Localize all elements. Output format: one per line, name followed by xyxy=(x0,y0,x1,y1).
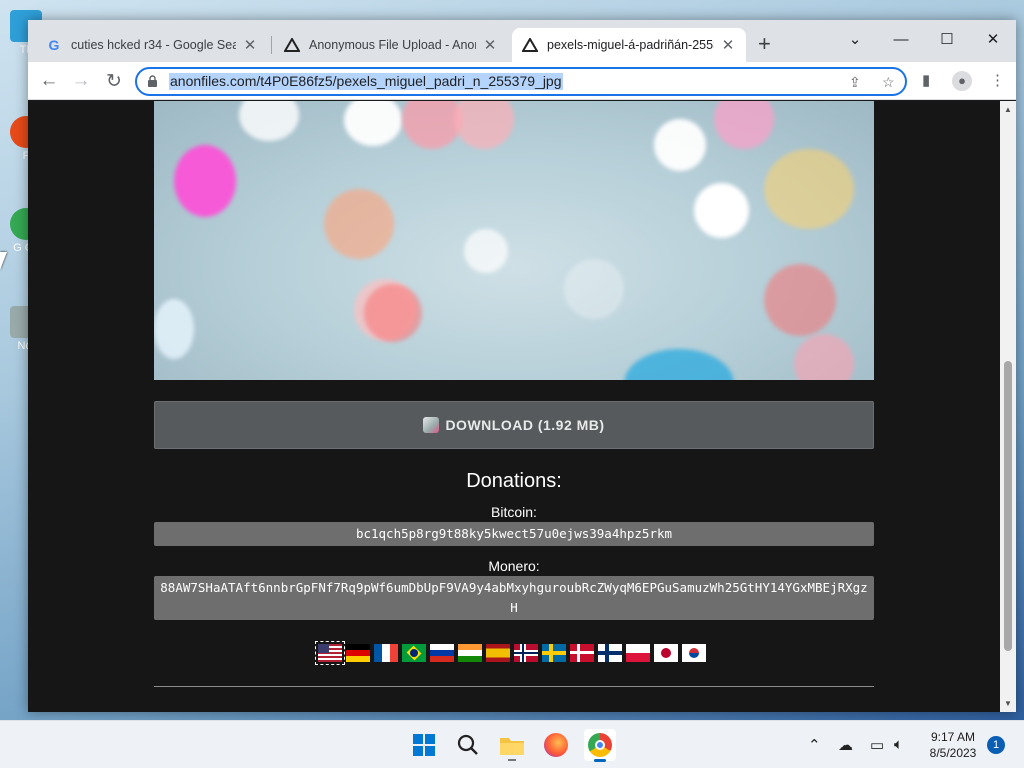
scroll-thumb[interactable] xyxy=(1004,361,1012,651)
search-button[interactable] xyxy=(452,729,484,761)
flag-es-icon[interactable] xyxy=(486,644,510,662)
tab-title: Anonymous File Upload - AnonFiles xyxy=(309,38,476,52)
flag-kr-icon[interactable] xyxy=(682,644,706,662)
monero-address[interactable]: 88AW7SHaATAft6nnbrGpFNf7Rq9pWf6umDbUpF9V… xyxy=(154,576,874,620)
tab-title: pexels-miguel-á-padriñán-255379 xyxy=(547,38,714,52)
forward-button[interactable]: → xyxy=(66,66,96,96)
flag-fr-icon[interactable] xyxy=(374,644,398,662)
monero-label: Monero: xyxy=(488,558,540,574)
maximize-button[interactable]: ☐ xyxy=(924,24,970,54)
chrome-icon xyxy=(588,733,612,757)
chrome-taskbar-button[interactable] xyxy=(584,729,616,762)
bookmark-star-icon[interactable]: ☆ xyxy=(882,74,895,91)
tab-title: cuties hcked r34 - Google Search xyxy=(71,38,236,52)
firefox-icon xyxy=(544,733,568,757)
clock[interactable]: 9:17 AM 8/5/2023 xyxy=(920,729,986,761)
anonfiles-icon xyxy=(522,37,538,53)
windows-icon xyxy=(413,734,435,756)
flag-de-icon[interactable] xyxy=(346,644,370,662)
tab-separator xyxy=(271,36,272,54)
tab-search-chevron-down-icon[interactable]: ⌄ xyxy=(832,24,878,54)
tab-anonymous-file-upload[interactable]: Anonymous File Upload - AnonFiles ✕ xyxy=(274,28,508,62)
bitcoin-address[interactable]: bc1qch5p8rg9t88ky5kwect57u0ejws39a4hpz5r… xyxy=(154,522,874,546)
address-bar[interactable]: anonfiles.com/t4P0E86fz5/pexels_miguel_p… xyxy=(135,67,907,96)
address-text[interactable]: anonfiles.com/t4P0E86fz5/pexels_miguel_p… xyxy=(169,73,563,90)
scroll-up-icon[interactable]: ▲ xyxy=(1004,105,1012,114)
flag-us-icon[interactable] xyxy=(315,641,345,665)
side-panel-icon[interactable]: ▮ xyxy=(922,71,930,89)
flag-fi-icon[interactable] xyxy=(598,644,622,662)
flag-ru-icon[interactable] xyxy=(430,644,454,662)
page-divider xyxy=(154,686,874,687)
close-icon[interactable]: ✕ xyxy=(482,36,498,54)
menu-kebab-icon[interactable]: ⋮ xyxy=(990,71,1005,89)
anonfiles-icon xyxy=(284,37,300,53)
start-button[interactable] xyxy=(408,729,440,761)
notification-badge[interactable]: 1 xyxy=(987,736,1005,754)
bitcoin-label: Bitcoin: xyxy=(491,504,537,520)
volume-icon[interactable]: 🔈︎ xyxy=(894,736,903,753)
onedrive-offline-icon[interactable]: ☁ xyxy=(838,736,853,754)
network-icon[interactable]: ▭ xyxy=(870,736,884,754)
search-icon xyxy=(457,734,478,755)
close-icon[interactable]: ✕ xyxy=(720,36,736,54)
tab-google-search[interactable]: G cuties hcked r34 - Google Search ✕ xyxy=(36,28,268,62)
page-scrollbar[interactable]: ▲ ▼ xyxy=(1000,101,1016,712)
chevron-up-icon[interactable]: ⌃ xyxy=(808,736,821,754)
mouse-cursor-icon xyxy=(0,252,7,270)
flag-br-icon[interactable] xyxy=(402,644,426,662)
back-button[interactable]: ← xyxy=(34,66,64,96)
download-icon xyxy=(423,417,440,433)
language-flags xyxy=(315,641,706,665)
download-button[interactable]: DOWNLOAD (1.92 MB) xyxy=(154,401,874,449)
profile-avatar[interactable]: ● xyxy=(952,71,972,91)
image-preview xyxy=(154,101,874,380)
flag-dk-icon[interactable] xyxy=(570,644,594,662)
tab-strip: G cuties hcked r34 - Google Search ✕ Ano… xyxy=(28,20,1016,62)
browser-window: G cuties hcked r34 - Google Search ✕ Ano… xyxy=(28,20,1016,712)
share-icon[interactable]: ⇪ xyxy=(849,74,861,91)
donations-title: Donations: xyxy=(466,470,562,492)
flag-in-icon[interactable] xyxy=(458,644,482,662)
download-label: DOWNLOAD (1.92 MB) xyxy=(445,417,605,433)
taskbar: ⌃ ☁ ▭ 🔈︎ 9:17 AM 8/5/2023 1 xyxy=(0,720,1024,768)
flag-pl-icon[interactable] xyxy=(626,644,650,662)
close-window-button[interactable]: ✕ xyxy=(970,24,1016,54)
folder-icon xyxy=(500,738,524,755)
minimize-button[interactable]: — xyxy=(878,24,924,54)
reload-button[interactable]: ↻ xyxy=(99,66,129,96)
firefox-taskbar-button[interactable] xyxy=(540,729,572,761)
flag-jp-icon[interactable] xyxy=(654,644,678,662)
file-explorer-button[interactable] xyxy=(496,729,528,761)
browser-toolbar: ← → ↻ anonfiles.com/t4P0E86fz5/pexels_mi… xyxy=(28,62,1016,100)
close-icon[interactable]: ✕ xyxy=(242,36,258,54)
clock-date: 8/5/2023 xyxy=(929,746,977,760)
scroll-down-icon[interactable]: ▼ xyxy=(1004,699,1012,708)
page-viewport: DOWNLOAD (1.92 MB) Donations: Bitcoin: b… xyxy=(28,101,1000,712)
google-icon: G xyxy=(48,37,60,53)
new-tab-button[interactable]: + xyxy=(758,33,771,55)
flag-se-icon[interactable] xyxy=(542,644,566,662)
lock-icon xyxy=(148,75,157,87)
clock-time: 9:17 AM xyxy=(930,730,976,744)
tab-pexels-image[interactable]: pexels-miguel-á-padriñán-255379 ✕ xyxy=(512,28,746,62)
flag-no-icon[interactable] xyxy=(514,644,538,662)
